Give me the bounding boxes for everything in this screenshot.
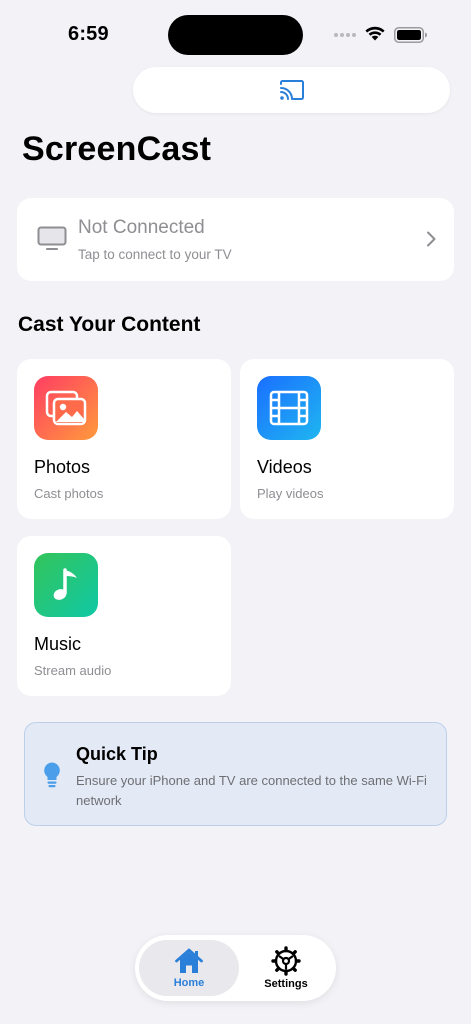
wifi-icon xyxy=(365,26,385,41)
music-note-icon xyxy=(34,553,98,617)
tile-subtitle: Stream audio xyxy=(34,663,112,678)
status-time: 6:59 xyxy=(68,23,109,45)
gear-icon xyxy=(271,946,301,976)
tip-text: Ensure your iPhone and TV are connected … xyxy=(76,773,427,808)
music-tile[interactable]: Music Stream audio xyxy=(17,536,231,696)
battery-icon xyxy=(394,27,427,43)
home-icon xyxy=(175,948,203,973)
lightbulb-icon xyxy=(44,762,60,788)
tab-home[interactable]: Home xyxy=(139,940,239,996)
tab-settings[interactable]: Settings xyxy=(240,940,332,996)
chevron-right-icon xyxy=(427,231,436,247)
tab-bar: Home Settings xyxy=(135,935,336,1001)
cellular-signal-icon xyxy=(334,33,356,37)
photos-icon xyxy=(34,376,98,440)
page-title: ScreenCast xyxy=(22,130,212,168)
videos-tile[interactable]: Videos Play videos xyxy=(240,359,454,519)
tab-label: Settings xyxy=(264,978,308,990)
tile-title: Music xyxy=(34,634,82,654)
connection-card[interactable]: Not Connected Tap to connect to your TV xyxy=(17,198,454,281)
cast-icon xyxy=(279,80,304,100)
film-icon xyxy=(257,376,321,440)
section-title: Cast Your Content xyxy=(18,313,201,336)
tile-title: Videos xyxy=(257,457,312,477)
tip-title: Quick Tip xyxy=(76,744,158,764)
status-bar: 6:59 xyxy=(0,0,471,62)
dynamic-island xyxy=(168,15,303,55)
tab-label: Home xyxy=(173,976,205,989)
tv-icon xyxy=(37,226,67,250)
connection-status: Not Connected xyxy=(78,217,205,238)
tile-subtitle: Play videos xyxy=(257,486,324,501)
tile-subtitle: Cast photos xyxy=(34,486,104,501)
connection-hint: Tap to connect to your TV xyxy=(78,247,232,262)
cast-button[interactable] xyxy=(133,67,450,113)
tile-title: Photos xyxy=(34,457,91,477)
photos-tile[interactable]: Photos Cast photos xyxy=(17,359,231,519)
quick-tip-card: Quick Tip Ensure your iPhone and TV are … xyxy=(24,722,447,826)
